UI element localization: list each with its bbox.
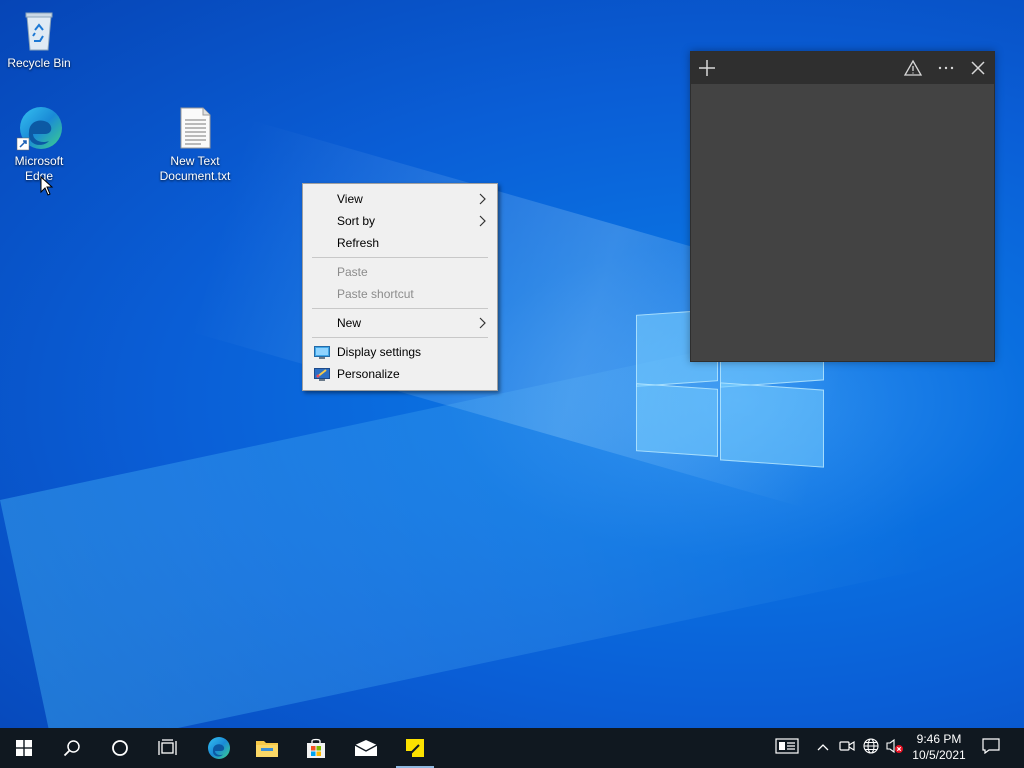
sticky-note-body[interactable] <box>691 84 994 361</box>
recycle-bin-icon <box>15 6 63 54</box>
notifications-icon <box>982 737 1000 759</box>
chevron-up-icon <box>816 739 830 757</box>
meet-now-button[interactable] <box>836 728 858 768</box>
menu-separator <box>312 337 488 338</box>
chevron-right-icon <box>477 188 487 210</box>
taskbar-sticky-notes[interactable] <box>391 728 439 768</box>
cortana-icon <box>111 739 129 757</box>
more-options-icon[interactable] <box>934 56 958 80</box>
taskbar-clock[interactable]: 9:46 PM 10/5/2021 <box>906 728 972 768</box>
action-center-button[interactable] <box>976 728 1006 768</box>
taskbar-file-explorer[interactable] <box>243 728 291 768</box>
close-icon[interactable] <box>966 56 990 80</box>
taskbar-mail[interactable] <box>342 728 390 768</box>
task-view-button[interactable] <box>144 728 192 768</box>
volume-muted-icon <box>886 738 904 759</box>
meet-now-icon <box>839 739 855 758</box>
chevron-right-icon <box>477 312 487 334</box>
sticky-note-window[interactable] <box>690 51 995 362</box>
clock-time: 9:46 PM <box>916 732 962 746</box>
start-button[interactable] <box>0 728 48 768</box>
network-icon <box>863 737 879 759</box>
show-hidden-icons-button[interactable] <box>812 728 834 768</box>
store-icon <box>305 737 327 759</box>
file-explorer-icon <box>255 738 279 758</box>
warning-icon[interactable] <box>901 56 925 80</box>
taskbar-edge[interactable] <box>195 728 243 768</box>
desktop-icon-label: New Text Document.txt <box>159 154 231 183</box>
sticky-note-title-bar[interactable] <box>691 52 994 84</box>
sticky-notes-icon <box>405 738 425 758</box>
menu-item-view[interactable]: View <box>305 188 495 210</box>
edge-icon <box>207 736 231 760</box>
taskbar: 9:46 PM 10/5/2021 <box>0 728 1024 768</box>
mail-icon <box>354 739 378 757</box>
menu-item-sort-by[interactable]: Sort by <box>305 210 495 232</box>
news-icon <box>775 737 799 759</box>
desktop-icon-recycle-bin[interactable]: Recycle Bin <box>0 6 79 71</box>
display-settings-icon <box>314 345 330 359</box>
desktop-icon-microsoft-edge[interactable]: Microsoft Edge <box>0 104 79 184</box>
menu-item-new[interactable]: New <box>305 312 495 334</box>
mouse-cursor-icon <box>40 175 54 196</box>
menu-item-display-settings[interactable]: Display settings <box>305 341 495 363</box>
volume-button[interactable] <box>884 728 906 768</box>
add-note-icon[interactable] <box>695 56 719 80</box>
news-button[interactable] <box>770 728 804 768</box>
search-icon <box>63 739 81 757</box>
start-icon <box>16 740 32 756</box>
menu-item-refresh[interactable]: Refresh <box>305 232 495 254</box>
taskbar-store[interactable] <box>292 728 340 768</box>
edge-icon <box>15 104 63 152</box>
network-button[interactable] <box>860 728 882 768</box>
menu-item-personalize[interactable]: Personalize <box>305 363 495 385</box>
desktop-icon-label: Recycle Bin <box>7 56 71 70</box>
desktop-context-menu: View Sort by Refresh Paste Paste shortcu… <box>302 183 498 391</box>
search-button[interactable] <box>48 728 96 768</box>
chevron-right-icon <box>477 210 487 232</box>
menu-separator <box>312 257 488 258</box>
desktop-icon-new-text-document[interactable]: New Text Document.txt <box>155 104 235 184</box>
personalize-icon <box>314 367 330 381</box>
text-file-icon <box>171 104 219 152</box>
task-view-icon <box>158 739 178 757</box>
menu-item-paste-shortcut[interactable]: Paste shortcut <box>305 283 495 305</box>
clock-date: 10/5/2021 <box>912 748 966 762</box>
menu-separator <box>312 308 488 309</box>
menu-item-paste[interactable]: Paste <box>305 261 495 283</box>
cortana-button[interactable] <box>96 728 144 768</box>
desktop[interactable]: Recycle Bin Microsoft Edge New Text Docu… <box>0 0 1024 728</box>
